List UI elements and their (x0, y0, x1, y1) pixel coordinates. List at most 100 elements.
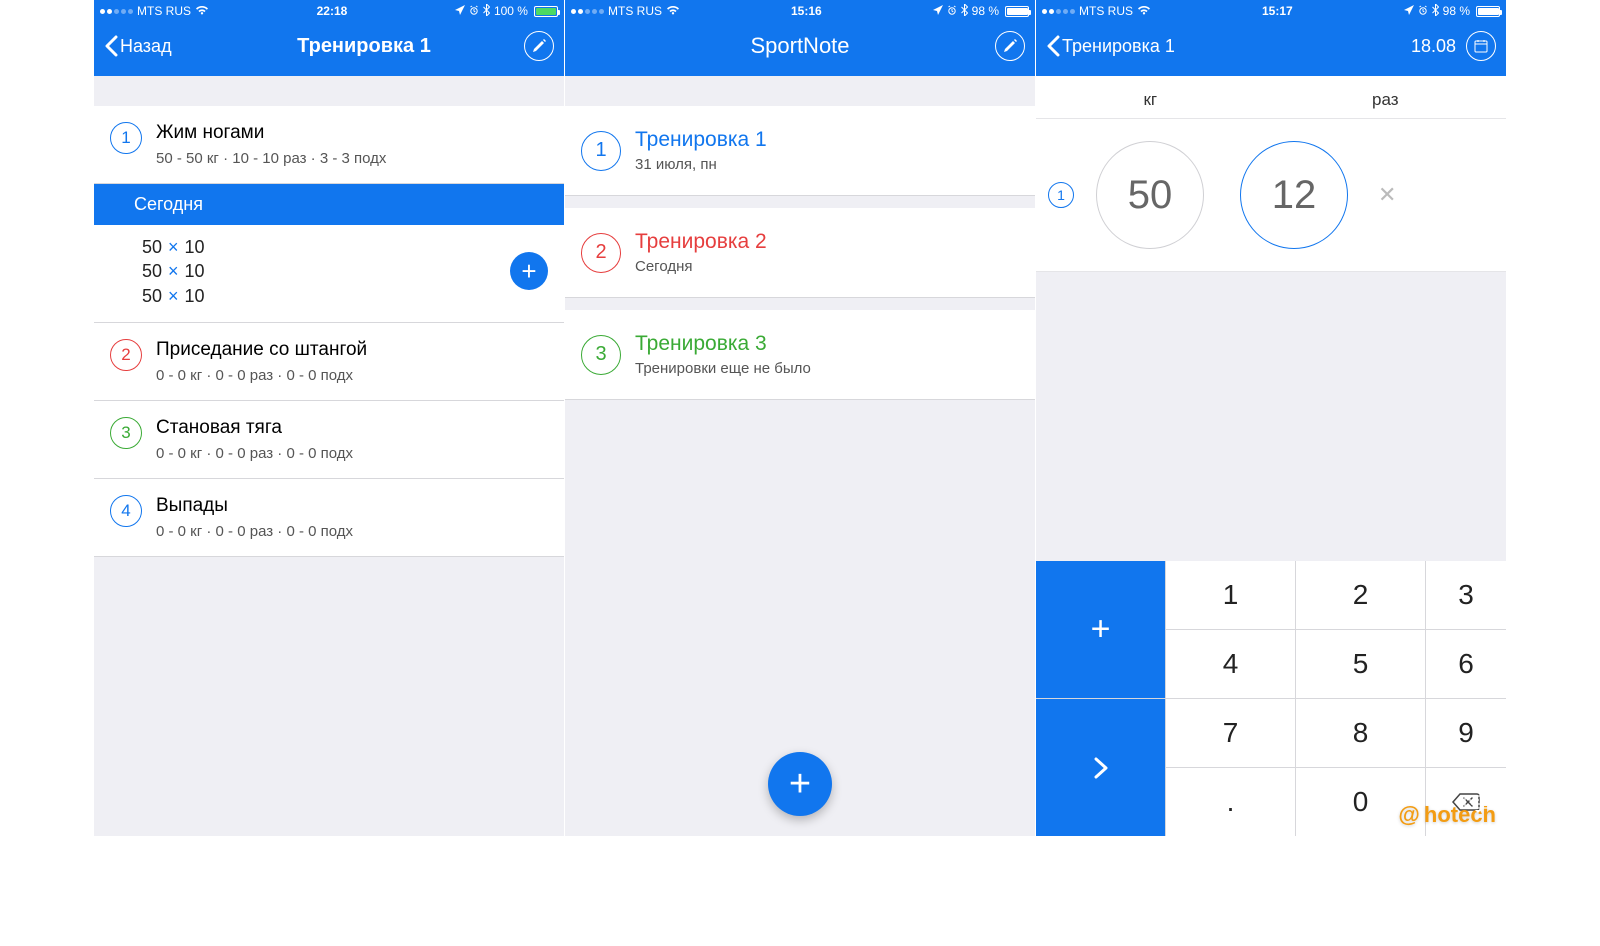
set-line: 50×10 (142, 259, 205, 283)
set-line: 50×10 (142, 284, 205, 308)
status-bar: MTS RUS 15:16 98 % (565, 0, 1035, 22)
screen-set-entry: MTS RUS 15:17 98 % Тренировка 1 18.08 к (1036, 0, 1506, 836)
exercise-summary: 0 - 0 кг · 0 - 0 раз · 0 - 0 подх (156, 523, 550, 540)
alarm-icon (947, 4, 957, 18)
key-5[interactable]: 5 (1296, 630, 1425, 698)
workout-number-badge: 2 (581, 233, 621, 273)
exercise-summary: 0 - 0 кг · 0 - 0 раз · 0 - 0 подх (156, 445, 550, 462)
unit-header: кг раз (1036, 76, 1506, 119)
battery-icon (534, 6, 558, 17)
plus-icon: + (1091, 610, 1111, 649)
key-6[interactable]: 6 (1426, 630, 1506, 698)
key-next[interactable] (1036, 699, 1165, 836)
exercise-title: Выпады (156, 495, 550, 517)
wifi-icon (1137, 4, 1151, 18)
plus-icon: + (789, 763, 811, 806)
workout-row[interactable]: 2 Тренировка 2 Сегодня (565, 208, 1035, 298)
battery-pct-label: 98 % (1443, 4, 1470, 18)
key-3[interactable]: 3 (1426, 561, 1506, 629)
workout-title: Тренировка 1 (635, 128, 1019, 152)
calendar-button[interactable] (1466, 31, 1496, 61)
section-today: Сегодня (94, 184, 564, 225)
workout-date: Сегодня (635, 258, 1019, 275)
status-bar: MTS RUS 15:17 98 % (1036, 0, 1506, 22)
location-icon (933, 4, 943, 18)
exercise-row[interactable]: 1 Жим ногами 50 - 50 кг · 10 - 10 раз · … (94, 106, 564, 184)
key-1[interactable]: 1 (1166, 561, 1295, 629)
chevron-right-icon (1093, 756, 1109, 780)
carrier-label: MTS RUS (1079, 4, 1133, 18)
add-workout-button[interactable]: + (768, 752, 832, 816)
edit-button[interactable] (524, 31, 554, 61)
key-7[interactable]: 7 (1166, 699, 1295, 767)
clear-button[interactable]: ✕ (1370, 182, 1404, 208)
exercise-summary: 50 - 50 кг · 10 - 10 раз · 3 - 3 подх (156, 150, 550, 167)
workout-row[interactable]: 1 Тренировка 1 31 июля, пн (565, 106, 1035, 196)
alarm-icon (1418, 4, 1428, 18)
exercise-title: Жим ногами (156, 122, 550, 144)
workout-title: Тренировка 2 (635, 230, 1019, 254)
location-icon (1404, 4, 1414, 18)
keyboard-toggle-icon (1464, 795, 1492, 818)
workout-number-badge: 1 (581, 131, 621, 171)
workout-row[interactable]: 3 Тренировка 3 Тренировки еще не было (565, 310, 1035, 400)
back-button[interactable]: Тренировка 1 (1046, 35, 1175, 57)
date-label: 18.08 (1411, 36, 1456, 57)
back-button[interactable]: Назад (104, 35, 214, 57)
exercise-row[interactable]: 4 Выпады 0 - 0 кг · 0 - 0 раз · 0 - 0 по… (94, 479, 564, 557)
edit-button[interactable] (995, 31, 1025, 61)
screen-workout-list: MTS RUS 15:16 98 % SportNote 1 Тренир (565, 0, 1035, 836)
battery-pct-label: 98 % (972, 4, 999, 18)
key-9[interactable]: 9 (1426, 699, 1506, 767)
key-4[interactable]: 4 (1166, 630, 1295, 698)
bluetooth-icon (483, 4, 490, 19)
workout-title: Тренировка 3 (635, 332, 1019, 356)
key-plus[interactable]: + (1036, 561, 1165, 698)
unit-reps-label: раз (1372, 90, 1399, 110)
workout-date: Тренировки еще не было (635, 360, 1019, 377)
workout-date: 31 июля, пн (635, 156, 1019, 173)
add-set-button[interactable]: + (510, 252, 548, 290)
kg-input[interactable]: 50 (1096, 141, 1204, 249)
back-label: Назад (120, 36, 172, 57)
pencil-icon (1003, 39, 1017, 53)
exercise-summary: 0 - 0 кг · 0 - 0 раз · 0 - 0 подх (156, 367, 550, 384)
exercise-row[interactable]: 3 Становая тяга 0 - 0 кг · 0 - 0 раз · 0… (94, 401, 564, 479)
exercise-number-badge: 3 (110, 417, 142, 449)
battery-icon (1476, 6, 1500, 17)
page-title: SportNote (615, 33, 985, 59)
page-title: Тренировка 1 (214, 35, 514, 58)
status-bar: MTS RUS 22:18 100 % (94, 0, 564, 22)
exercise-row[interactable]: 2 Приседание со штангой 0 - 0 кг · 0 - 0… (94, 323, 564, 401)
key-2[interactable]: 2 (1296, 561, 1425, 629)
plus-icon: + (521, 256, 536, 287)
clock-label: 15:16 (791, 4, 822, 18)
exercise-number-badge: 1 (110, 122, 142, 154)
key-dot[interactable]: . (1166, 768, 1295, 836)
nav-bar: Назад Тренировка 1 (94, 22, 564, 76)
battery-pct-label: 100 % (494, 4, 528, 18)
exercise-title: Становая тяга (156, 417, 550, 439)
key-8[interactable]: 8 (1296, 699, 1425, 767)
exercise-number-badge: 4 (110, 495, 142, 527)
exercise-title: Приседание со штангой (156, 339, 550, 361)
workout-number-badge: 3 (581, 335, 621, 375)
back-label: Тренировка 1 (1062, 36, 1175, 57)
signal-dots-icon (1042, 9, 1075, 14)
reps-input[interactable]: 12 (1240, 141, 1348, 249)
bluetooth-icon (1432, 4, 1439, 19)
key-0[interactable]: 0 (1296, 768, 1425, 836)
unit-kg-label: кг (1143, 90, 1157, 110)
bluetooth-icon (961, 4, 968, 19)
pencil-icon (532, 39, 546, 53)
wifi-icon (666, 4, 680, 18)
clock-label: 22:18 (317, 4, 348, 18)
sets-box: 50×10 50×10 50×10 + (94, 225, 564, 323)
alarm-icon (469, 4, 479, 18)
numeric-keypad: 1 2 3 + 4 5 6 7 8 9 . 0 (1036, 561, 1506, 836)
carrier-label: MTS RUS (608, 4, 662, 18)
signal-dots-icon (571, 9, 604, 14)
screen-workout-detail: MTS RUS 22:18 100 % Назад Тренировка 1 (94, 0, 564, 836)
exercise-number-badge: 2 (110, 339, 142, 371)
location-icon (455, 4, 465, 18)
